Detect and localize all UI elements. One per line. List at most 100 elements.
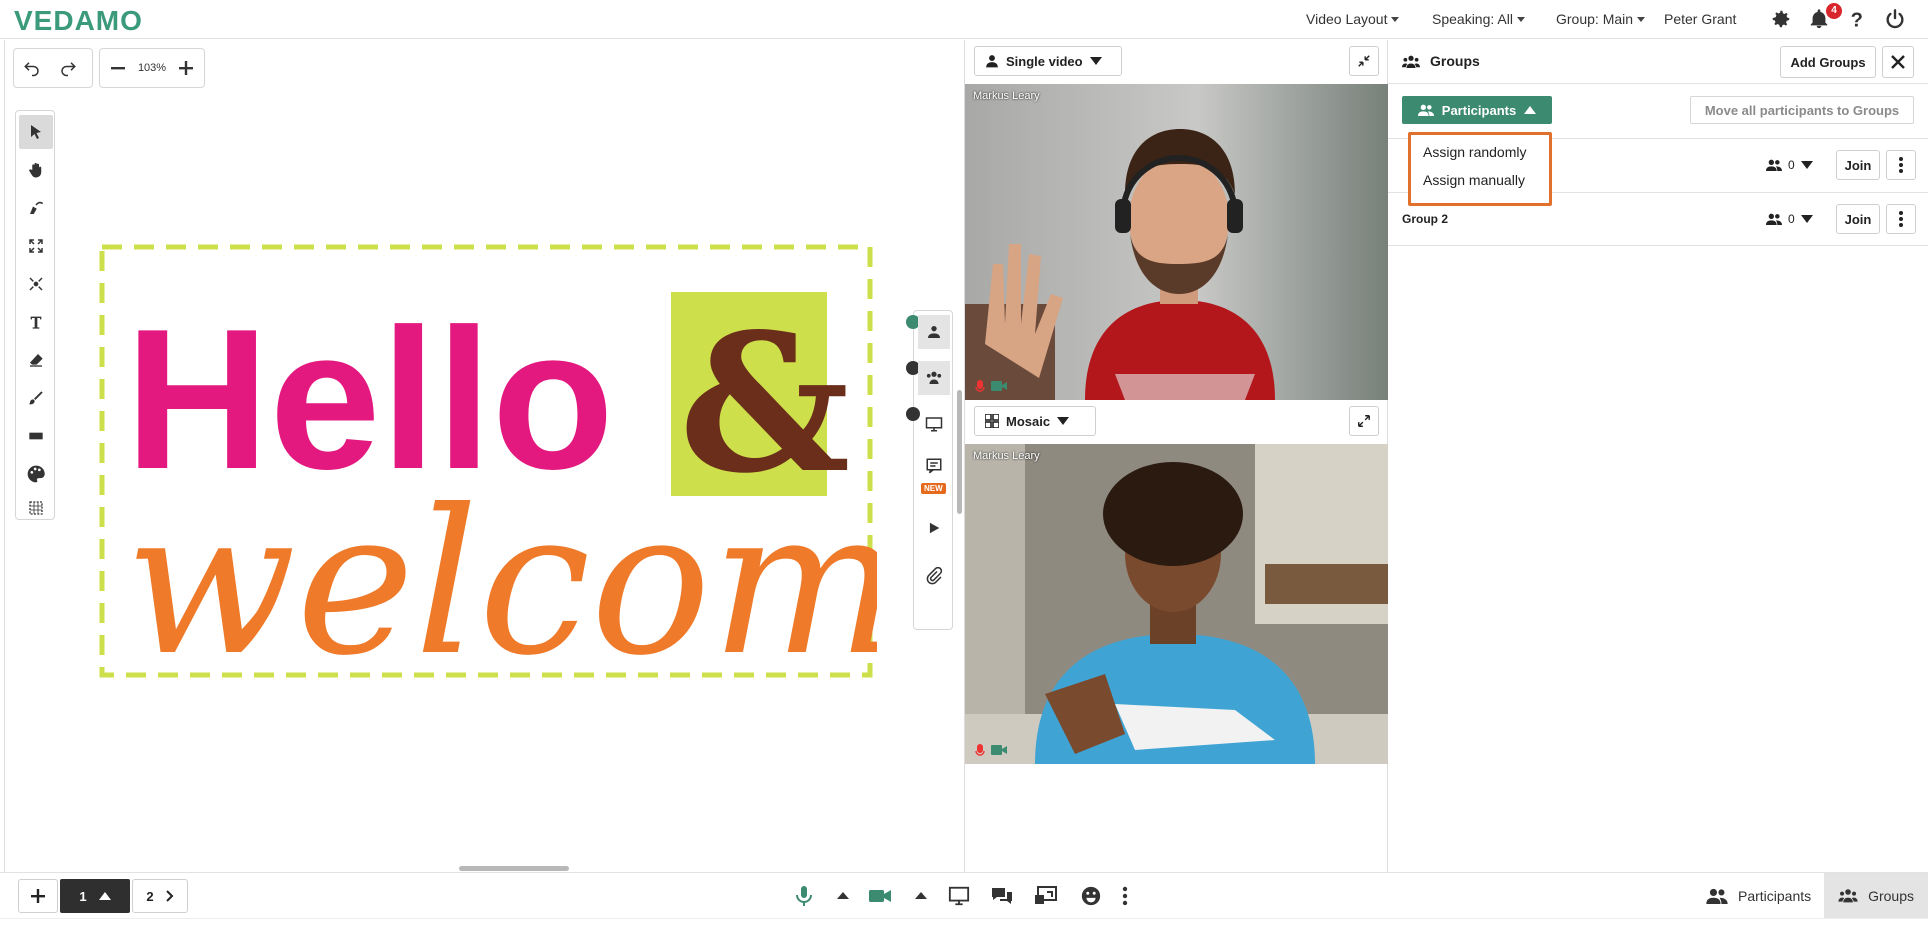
breakout-icon[interactable] (1034, 885, 1058, 909)
grid-icon (985, 414, 999, 428)
mosaic-button[interactable]: Mosaic (974, 406, 1096, 436)
video-layout-menu[interactable]: Video Layout (1306, 11, 1400, 27)
brush-tool-icon[interactable] (19, 381, 53, 415)
text-tool-icon[interactable] (19, 305, 53, 339)
camera-icon (991, 745, 1007, 755)
zoom-in-icon[interactable] (169, 49, 204, 87)
svg-text:?: ? (1851, 9, 1863, 30)
bottom-bar: 1 2 Participants Groups (0, 872, 1928, 919)
caret-up-icon[interactable] (836, 885, 860, 909)
zoom-out-icon[interactable] (100, 49, 135, 87)
caret-down-icon (1057, 417, 1070, 425)
caret-up-icon (98, 892, 111, 900)
groups-icon (1402, 55, 1420, 68)
chat-icon[interactable] (990, 885, 1014, 909)
add-groups-button[interactable]: Add Groups (1780, 46, 1876, 78)
grid-select-icon[interactable] (19, 491, 53, 525)
mic-muted-icon (975, 744, 985, 756)
single-video-button[interactable]: Single video (974, 46, 1122, 76)
speaking-menu[interactable]: Speaking: All (1432, 11, 1525, 27)
screen-share-icon[interactable] (948, 885, 972, 909)
caret-down-icon (1800, 161, 1813, 169)
assign-manually-item[interactable]: Assign manually (1423, 172, 1525, 188)
join-button[interactable]: Join (1836, 204, 1880, 234)
assign-randomly-item[interactable]: Assign randomly (1423, 144, 1527, 160)
group-member-count[interactable]: 0 (1766, 212, 1813, 226)
shape-tool-icon[interactable] (19, 419, 53, 453)
undo-redo-group (13, 48, 93, 88)
top-bar: VEDAMO Video Layout Speaking: All Group:… (0, 0, 1928, 39)
zoom-group: 103% (99, 48, 205, 88)
join-button[interactable]: Join (1836, 150, 1880, 180)
caret-up-icon[interactable] (914, 885, 938, 909)
groups-panel: Groups Add Groups Participants Move all … (1388, 40, 1928, 872)
caret-down-icon (1800, 215, 1813, 223)
tab-groups[interactable]: Groups (1824, 873, 1928, 919)
group-view-icon[interactable] (918, 361, 950, 395)
participants-dropdown-button[interactable]: Participants (1402, 96, 1552, 124)
tab-participants[interactable]: Participants (1692, 873, 1825, 919)
horizontal-scrollbar[interactable] (459, 866, 569, 871)
window-bottom-edge (0, 918, 1928, 927)
caret-down-icon (1089, 57, 1102, 65)
add-page-icon[interactable] (18, 879, 58, 913)
select-tool-icon[interactable] (19, 115, 53, 149)
redo-icon[interactable] (50, 49, 86, 87)
next-page-button[interactable]: 2 (132, 879, 188, 913)
more-vertical-icon[interactable] (1122, 885, 1146, 909)
caret-up-icon (1524, 106, 1537, 114)
video-tile-bottom[interactable]: Markus Leary (965, 444, 1389, 764)
welcome-image[interactable]: Hello & welcome (95, 240, 877, 682)
caret-down-icon (1516, 16, 1525, 22)
groups-header: Groups Add Groups (1388, 40, 1928, 84)
palette-icon[interactable] (19, 457, 53, 491)
collapse-icon[interactable] (1349, 46, 1379, 76)
attachment-icon[interactable] (918, 559, 950, 593)
camera-icon (991, 381, 1007, 391)
new-badge: NEW (921, 483, 946, 494)
vertical-scrollbar[interactable] (957, 390, 962, 514)
caret-down-icon (1637, 16, 1646, 22)
group-menu[interactable]: Group: Main (1556, 11, 1646, 27)
undo-icon[interactable] (14, 49, 50, 87)
caret-down-icon (1391, 16, 1400, 22)
more-options-icon[interactable] (1886, 150, 1916, 180)
fit-screen-icon[interactable] (19, 229, 53, 263)
group-member-count[interactable]: 0 (1766, 158, 1813, 172)
help-icon[interactable]: ? (1846, 8, 1870, 32)
laser-tool-icon[interactable] (19, 267, 53, 301)
current-page-button[interactable]: 1 (60, 879, 130, 913)
move-all-participants-button[interactable]: Move all participants to Groups (1690, 96, 1914, 124)
user-icon (986, 55, 998, 68)
pointer-tool-icon[interactable] (19, 191, 53, 225)
groups-icon (1838, 889, 1858, 903)
more-options-icon[interactable] (1886, 204, 1916, 234)
user-name[interactable]: Peter Grant (1664, 11, 1736, 27)
participants-icon (1766, 213, 1782, 225)
participant-name: Markus Leary (973, 90, 1040, 102)
play-icon[interactable] (918, 511, 950, 545)
participant-name: Markus Leary (973, 450, 1040, 462)
welcome-text: welcome (125, 467, 877, 682)
screen-share-icon[interactable] (918, 407, 950, 441)
expand-icon[interactable] (1349, 406, 1379, 436)
gear-icon[interactable] (1770, 8, 1794, 32)
whiteboard-area[interactable]: 103% Hello & welcome NEW (4, 40, 964, 872)
microphone-icon[interactable] (794, 885, 818, 909)
power-icon[interactable] (1884, 8, 1908, 32)
zoom-level: 103% (137, 62, 167, 74)
eraser-icon[interactable] (19, 343, 53, 377)
mic-muted-icon (975, 380, 985, 392)
user-view-icon[interactable] (918, 315, 950, 349)
emoji-icon[interactable] (1080, 885, 1104, 909)
video-camera-icon[interactable] (868, 885, 892, 909)
video-tile-top[interactable]: Markus Leary (965, 84, 1389, 400)
close-icon[interactable] (1882, 46, 1914, 78)
group-name: Group 2 (1402, 212, 1449, 226)
participants-icon (1766, 159, 1782, 171)
side-panel: NEW (906, 310, 953, 630)
toolbar (15, 110, 55, 520)
notes-icon[interactable] (918, 449, 950, 483)
hand-tool-icon[interactable] (19, 153, 53, 187)
notification-badge: 4 (1826, 3, 1842, 19)
